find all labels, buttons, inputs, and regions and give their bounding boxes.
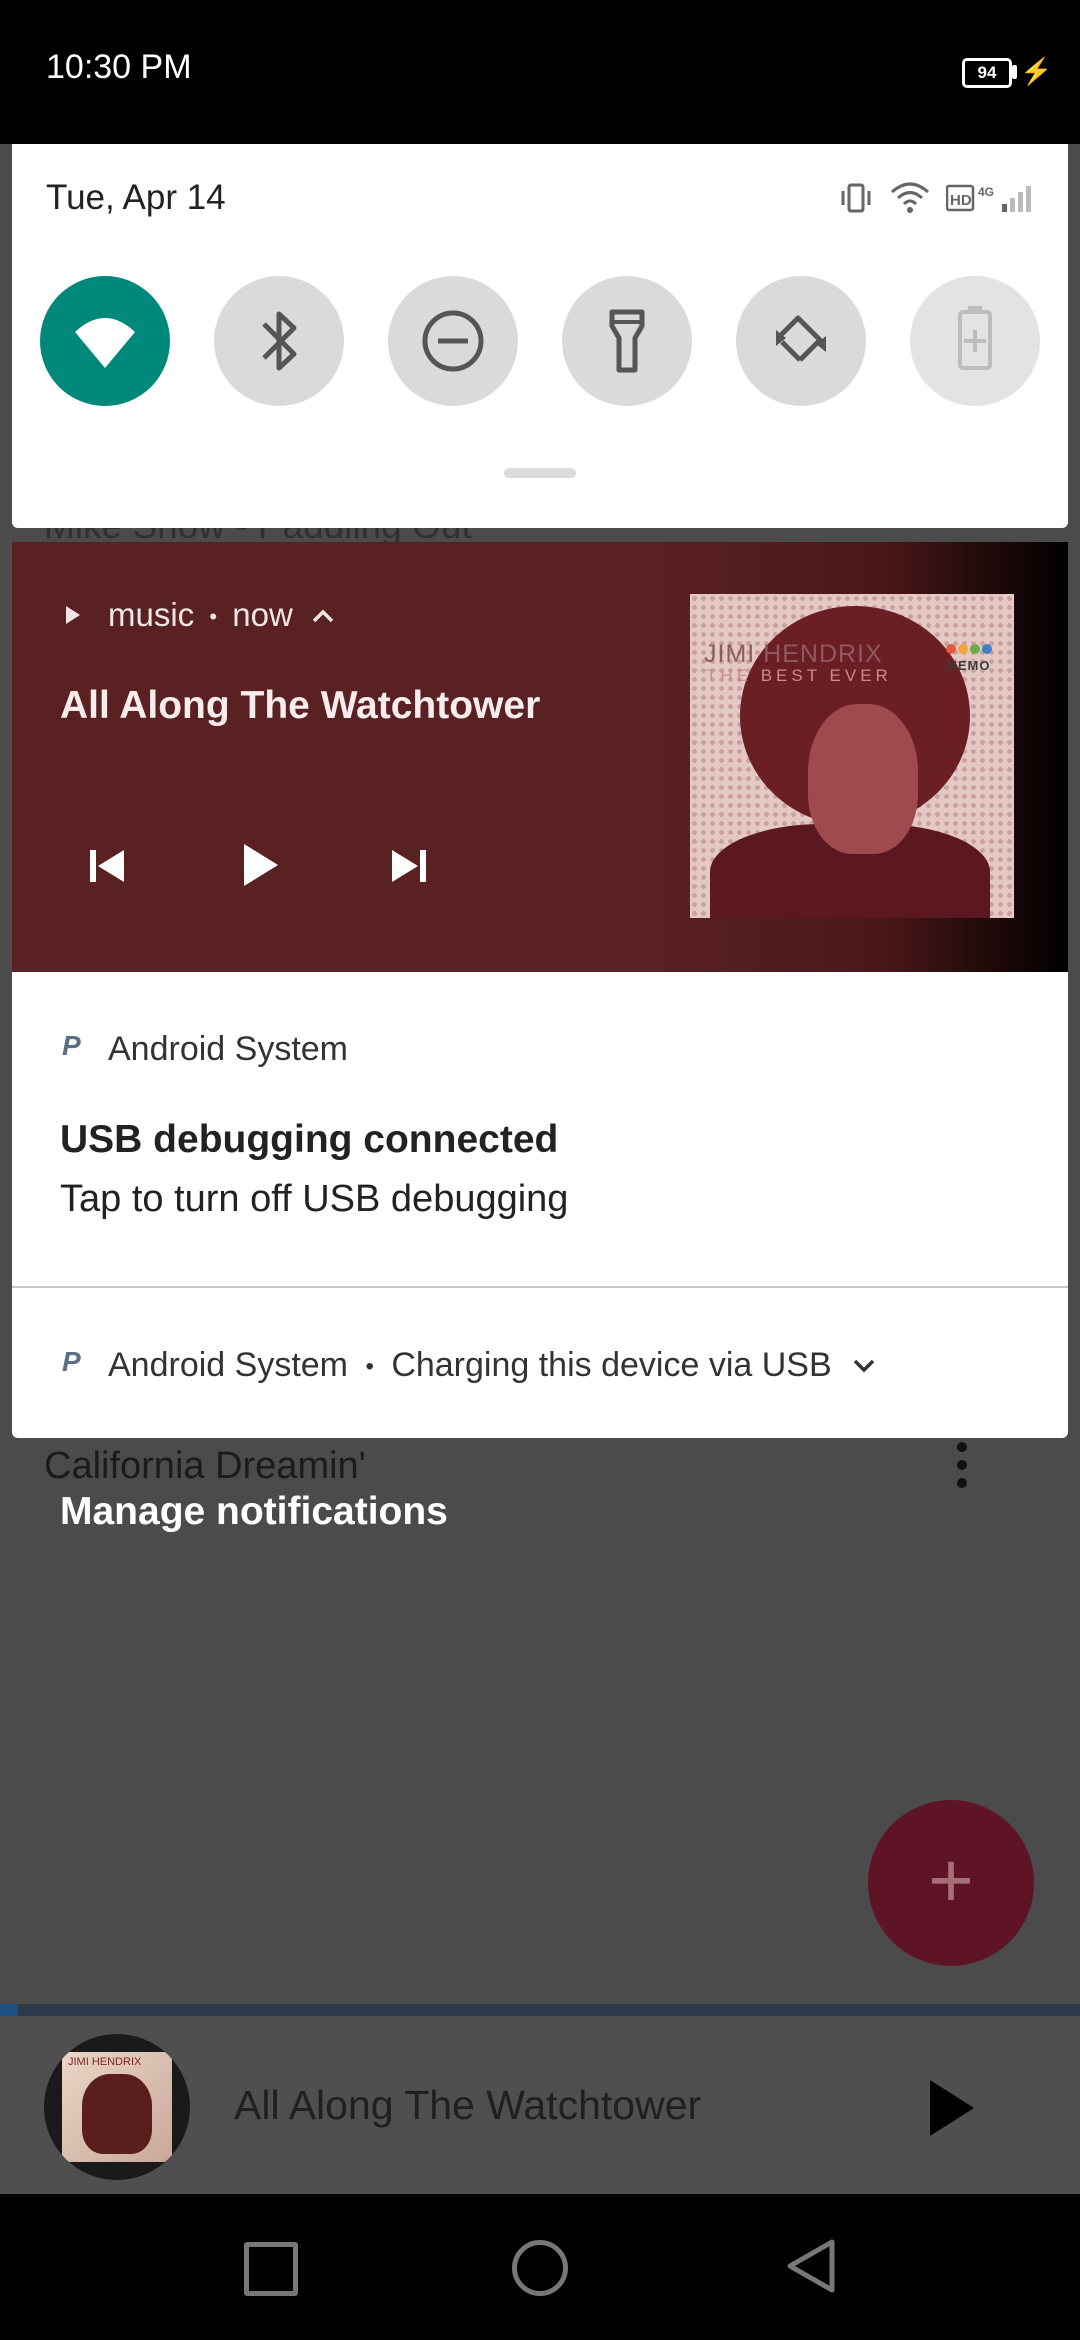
media-app-name: music bbox=[108, 596, 195, 633]
signal-icon bbox=[1002, 186, 1031, 212]
mini-player-album-art: JIMI HENDRIX bbox=[44, 2034, 190, 2180]
dnd-icon bbox=[422, 310, 484, 372]
next-icon[interactable] bbox=[386, 844, 430, 888]
album-art: JIMI HENDRIX THE BEST EVER MEMO bbox=[690, 594, 1014, 918]
flashlight-icon bbox=[609, 309, 645, 373]
bluetooth-icon bbox=[262, 311, 297, 371]
wifi-icon bbox=[891, 182, 929, 213]
rotate-icon bbox=[776, 315, 826, 362]
bluetooth-tile[interactable] bbox=[214, 276, 344, 406]
expand-more-icon[interactable] bbox=[851, 1356, 877, 1376]
status-clock: 10:30 PM bbox=[46, 48, 192, 86]
charging-bolt-icon: ⚡ bbox=[1020, 56, 1053, 86]
svg-text:4G: 4G bbox=[978, 185, 994, 199]
header-separator: • bbox=[365, 1353, 374, 1381]
wifi-tile[interactable] bbox=[40, 276, 170, 406]
media-title: All Along The Watchtower bbox=[60, 684, 541, 727]
android-system-icon: P bbox=[62, 1030, 81, 1061]
auto-rotate-tile[interactable] bbox=[736, 276, 866, 406]
battery-saver-icon bbox=[958, 306, 992, 370]
quick-settings-drag-handle[interactable] bbox=[504, 468, 576, 478]
mini-art-artist: JIMI HENDRIX bbox=[68, 2056, 142, 2068]
play-icon[interactable] bbox=[238, 840, 282, 890]
notification-app-name: Android System bbox=[108, 1030, 348, 1068]
previous-icon[interactable] bbox=[86, 844, 130, 888]
add-fab-button[interactable]: + bbox=[868, 1800, 1034, 1966]
home-icon[interactable] bbox=[512, 2240, 568, 2296]
media-time: now bbox=[232, 596, 293, 633]
mini-player-play-icon[interactable] bbox=[930, 2080, 974, 2136]
svg-text:HD: HD bbox=[950, 192, 972, 209]
manage-notifications-button[interactable]: Manage notifications bbox=[60, 1490, 448, 1534]
recents-icon[interactable] bbox=[244, 2242, 298, 2296]
vibrate-icon bbox=[841, 183, 871, 213]
wifi-icon bbox=[75, 318, 135, 368]
battery-icon: 94 bbox=[962, 58, 1012, 88]
notification-app-name: Android System bbox=[108, 1346, 348, 1384]
hd-4g-icon: HD 4G bbox=[946, 184, 994, 212]
flashlight-tile[interactable] bbox=[562, 276, 692, 406]
playback-progress-fill bbox=[0, 2004, 18, 2016]
charging-notification-header[interactable]: Android System • Charging this device vi… bbox=[108, 1346, 877, 1385]
notification-text: Tap to turn off USB debugging bbox=[60, 1178, 569, 1220]
android-system-icon: P bbox=[62, 1346, 81, 1377]
do-not-disturb-tile[interactable] bbox=[388, 276, 518, 406]
header-separator: • bbox=[209, 604, 218, 630]
notification-title: USB debugging connected bbox=[60, 1118, 559, 1161]
playback-progress-track bbox=[0, 2004, 1080, 2016]
notification-text: Charging this device via USB bbox=[391, 1346, 832, 1384]
album-art-artist: JIMI HENDRIX bbox=[704, 640, 883, 668]
album-art-subtitle: THE BEST EVER bbox=[706, 666, 892, 685]
expand-less-icon[interactable] bbox=[310, 606, 336, 626]
background-song-item[interactable]: California Dreamin' bbox=[44, 1445, 366, 1488]
more-options-icon[interactable] bbox=[950, 1442, 974, 1494]
media-notification-header[interactable]: music • now bbox=[108, 596, 336, 634]
mini-player-title: All Along The Watchtower bbox=[234, 2082, 702, 2128]
quick-settings-date[interactable]: Tue, Apr 14 bbox=[46, 178, 226, 218]
music-app-icon bbox=[66, 606, 80, 624]
battery-tip bbox=[1012, 65, 1017, 79]
album-art-label: MEMO bbox=[946, 658, 991, 673]
back-icon[interactable] bbox=[780, 2236, 840, 2296]
battery-saver-tile[interactable] bbox=[910, 276, 1040, 406]
